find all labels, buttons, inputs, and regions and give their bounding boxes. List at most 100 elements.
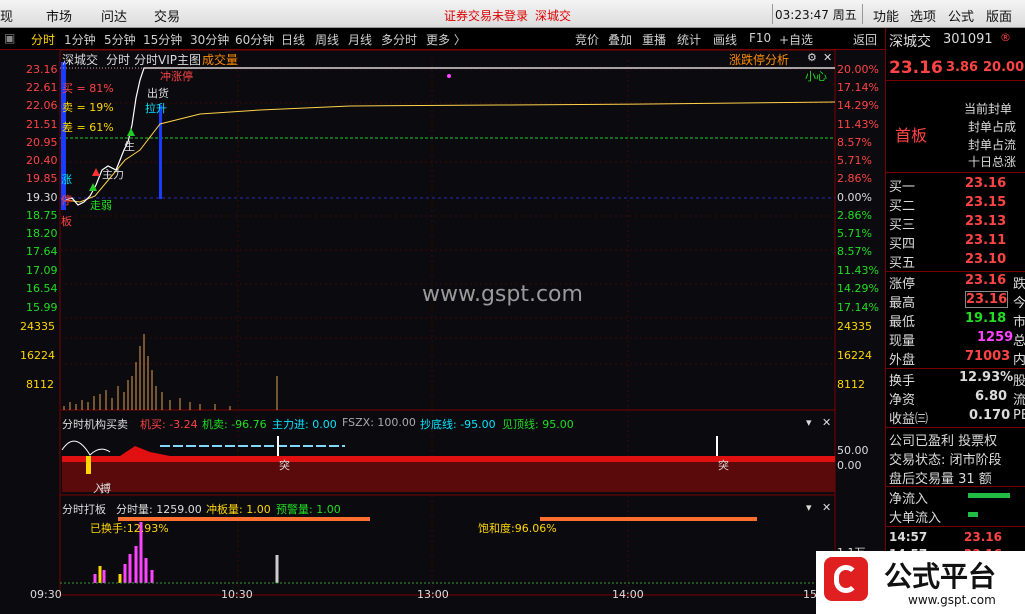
flow-label: 大单流入: [889, 511, 942, 526]
btn-stats[interactable]: 统计: [677, 31, 701, 48]
btn-draw[interactable]: 画线: [713, 31, 737, 48]
logo-icon: [824, 557, 868, 601]
pct-tick: 2.86%: [837, 209, 872, 222]
price-tick: 20.95: [26, 136, 58, 149]
flow-bar: [968, 493, 1010, 498]
vol-tick: 16224: [20, 349, 55, 362]
price-tick: 20.40: [26, 154, 58, 167]
tab-fenshi[interactable]: 分时: [31, 31, 55, 48]
buy-ratio: 买 = 81%: [62, 82, 114, 95]
pct-tick: 14.29%: [837, 282, 879, 295]
menu-wenda[interactable]: 问达: [101, 6, 127, 25]
tab-more[interactable]: 更多 〉: [426, 31, 466, 48]
quote-price: 23.16: [889, 58, 943, 78]
stat-row: 换手 12.93% 股: [889, 370, 1025, 389]
vol-tick: 24335: [837, 320, 872, 333]
menu-trade[interactable]: 交易: [154, 6, 180, 25]
tab-month[interactable]: 月线: [348, 31, 372, 48]
gear-icon[interactable]: ⚙: [807, 51, 817, 64]
price-tick: 22.06: [26, 99, 58, 112]
book-row[interactable]: 买三 23.13: [889, 214, 1025, 233]
dropdown-icon[interactable]: ▾: [806, 501, 812, 514]
stat-row: 收益㈢ 0.170 PE: [889, 408, 1025, 427]
pct-tick: 2.86%: [837, 172, 872, 185]
sell-ratio: 卖 = 19%: [62, 101, 114, 114]
book-row[interactable]: 买一 23.16: [889, 176, 1025, 195]
tab-day[interactable]: 日线: [281, 31, 305, 48]
stat-row: 最低 19.18 市: [889, 311, 1025, 330]
logo-text: 公式平台: [884, 560, 997, 593]
btn-add-watch[interactable]: +自选: [779, 31, 813, 48]
menu-bar: 现 市场 问达 交易 证券交易未登录 深城交 03:23:47 周五 功能 选项…: [0, 0, 1025, 28]
r-badge: ®: [1000, 31, 1011, 44]
intraday-chart[interactable]: 23.16 22.61 22.06 21.51 20.95 20.40 19.8…: [0, 50, 885, 614]
book-row[interactable]: 买二 23.15: [889, 195, 1025, 214]
menu-function[interactable]: 功能: [873, 6, 899, 25]
square-icon[interactable]: ▣: [4, 31, 15, 45]
pct-tick: 0.00%: [837, 191, 872, 204]
pct-tick: 11.43%: [837, 118, 879, 131]
menu-layout[interactable]: 版面: [986, 6, 1012, 25]
chart-stock-name: 深城交: [62, 53, 99, 67]
btn-auction[interactable]: 竞价: [575, 31, 599, 48]
menu-cut-item[interactable]: 现: [0, 6, 13, 25]
tab-week[interactable]: 周线: [315, 31, 339, 48]
time-tick: 15: [803, 588, 817, 601]
ind1-tu-label: 突: [279, 459, 290, 472]
flow-label: 净流入: [889, 492, 929, 507]
btn-replay[interactable]: 重播: [642, 31, 666, 48]
time-tick: 13:00: [417, 588, 449, 601]
menu-options[interactable]: 选项: [910, 6, 936, 25]
tab-15min[interactable]: 15分钟: [143, 31, 182, 48]
ind1-title: 分时机构买卖: [62, 418, 128, 431]
logo-url: www.gspt.com: [908, 593, 996, 607]
fengdan-2: 封单占成: [968, 120, 1017, 134]
ind1-axis-top: 50.00: [837, 444, 869, 457]
pct-tick: 20.00%: [837, 63, 879, 76]
ind2-cbl: 冲板量: 1.00: [206, 503, 271, 516]
flow-bar: [968, 512, 978, 517]
shouban-label: 首板: [895, 126, 928, 145]
close-icon[interactable]: ✕: [823, 51, 832, 64]
dropdown-icon[interactable]: ▾: [806, 416, 812, 429]
book-row[interactable]: 买五 23.10: [889, 252, 1025, 271]
menu-market[interactable]: 市场: [46, 6, 72, 25]
ind2-hsl: 已换手:12.93%: [90, 522, 169, 535]
chart-main-formula[interactable]: 分时VIP主图: [134, 51, 201, 68]
fengdan-1: 当前封单: [964, 102, 1013, 116]
pct-tick: 8.57%: [837, 136, 872, 149]
btn-back[interactable]: 返回: [853, 31, 877, 48]
price-tick: 18.75: [26, 209, 58, 222]
sell-marker: [127, 128, 135, 136]
btn-f10[interactable]: F10: [749, 31, 771, 45]
ind2-fsl: 分时量: 1259.00: [116, 503, 202, 516]
ind1-fszx: FSZX: 100.00: [342, 416, 416, 429]
btn-overlay[interactable]: 叠加: [608, 31, 632, 48]
vol-tick: 8112: [837, 378, 865, 391]
menu-formula[interactable]: 公式: [948, 6, 974, 25]
ind1-zljin: 主力进: 0.00: [272, 418, 337, 431]
limit-analysis-title: 涨跌停分析: [729, 53, 790, 67]
tab-60min[interactable]: 60分钟: [235, 31, 274, 48]
price-tick: 19.85: [26, 172, 58, 185]
diff-ratio: 差 = 61%: [62, 121, 114, 134]
login-notice[interactable]: 证券交易未登录: [444, 7, 528, 24]
price-tick: 17.09: [26, 264, 58, 277]
info-line: 盘后交易量 31 额: [889, 472, 992, 487]
quote-stock-code: 301091: [943, 32, 993, 47]
ind1-curve: [61, 440, 111, 456]
vol-tick: 8112: [26, 378, 54, 391]
tab-multi[interactable]: 多分时: [381, 31, 417, 48]
time-tick: 09:30: [30, 588, 62, 601]
close-icon[interactable]: ✕: [822, 416, 831, 429]
book-row[interactable]: 买四 23.11: [889, 233, 1025, 252]
ind2-bhd: 饱和度:96.06%: [478, 522, 557, 535]
close-icon[interactable]: ✕: [822, 501, 831, 514]
tab-30min[interactable]: 30分钟: [190, 31, 229, 48]
zhuli-label: 主力: [102, 168, 124, 181]
tab-5min[interactable]: 5分钟: [104, 31, 136, 48]
zhang-label: 涨: [61, 173, 72, 186]
tab-1min[interactable]: 1分钟: [64, 31, 96, 48]
ind1-yellow-bar: [86, 456, 91, 474]
chart-mode: 分时: [106, 53, 131, 67]
